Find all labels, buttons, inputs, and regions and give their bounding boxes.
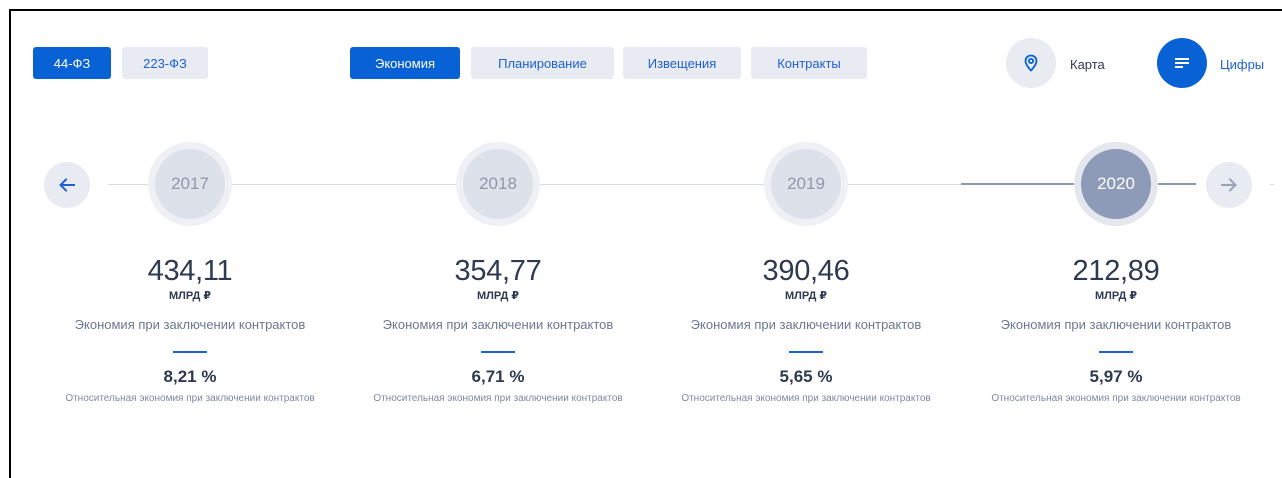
relative-percent: 5,65 %	[779, 367, 833, 386]
tab-contracts[interactable]: Контракты	[751, 47, 867, 79]
numbers-view-button[interactable]	[1157, 38, 1207, 88]
economy-value: 212,89	[1072, 255, 1160, 287]
timeline-line	[846, 184, 961, 185]
relative-description: Относительная экономия при заключении ко…	[681, 393, 931, 404]
arrow-left-icon	[59, 178, 75, 192]
year-label: 2019	[771, 149, 841, 219]
year-label: 2018	[463, 149, 533, 219]
timeline-line-active	[961, 183, 1077, 185]
relative-description: Относительная экономия при заключении ко…	[991, 393, 1241, 404]
tab-economy[interactable]: Экономия	[350, 47, 460, 79]
economy-description: Экономия при заключении контрактов	[382, 317, 614, 332]
economy-description: Экономия при заключении контрактов	[1000, 317, 1232, 332]
year-label: 2017	[155, 149, 225, 219]
year-stats-2019: 390,46 МЛРД ₽ Экономия при заключении ко…	[676, 256, 936, 407]
timeline-line	[1270, 184, 1274, 185]
economy-widget	[9, 9, 1282, 478]
divider	[1099, 351, 1133, 353]
relative-description: Относительная экономия при заключении ко…	[373, 393, 623, 404]
map-view-label[interactable]: Карта	[1070, 57, 1105, 72]
list-icon	[1175, 58, 1189, 68]
tab-44-fz[interactable]: 44-ФЗ	[33, 47, 111, 79]
year-2020-button[interactable]: 2020	[1074, 142, 1158, 226]
relative-percent: 6,71 %	[471, 367, 525, 386]
year-2018-button[interactable]: 2018	[456, 142, 540, 226]
economy-value: 354,77	[454, 255, 542, 287]
divider	[789, 351, 823, 353]
economy-unit: МЛРД ₽	[784, 290, 828, 302]
economy-description: Экономия при заключении контрактов	[690, 317, 922, 332]
numbers-view-label[interactable]: Цифры	[1220, 57, 1264, 72]
economy-unit: МЛРД ₽	[476, 290, 520, 302]
next-year-button[interactable]	[1206, 162, 1252, 208]
divider	[173, 351, 207, 353]
prev-year-button[interactable]	[44, 162, 90, 208]
timeline-line	[230, 184, 458, 185]
economy-value: 390,46	[762, 255, 850, 287]
arrow-right-icon	[1221, 178, 1237, 192]
year-label: 2020	[1081, 149, 1151, 219]
timeline-line-active	[1156, 183, 1196, 185]
year-stats-2018: 354,77 МЛРД ₽ Экономия при заключении ко…	[368, 256, 628, 407]
timeline-line	[108, 184, 150, 185]
economy-value: 434,11	[147, 255, 233, 287]
tab-notices[interactable]: Извещения	[623, 47, 741, 79]
relative-percent: 8,21 %	[163, 367, 217, 386]
year-stats-2017: 434,11 МЛРД ₽ Экономия при заключении ко…	[60, 256, 320, 407]
tab-223-fz[interactable]: 223-ФЗ	[122, 47, 208, 79]
map-view-button[interactable]	[1006, 38, 1056, 88]
relative-description: Относительная экономия при заключении ко…	[65, 393, 315, 404]
economy-unit: МЛРД ₽	[1094, 290, 1138, 302]
timeline-line	[538, 184, 766, 185]
year-2019-button[interactable]: 2019	[764, 142, 848, 226]
economy-unit: МЛРД ₽	[168, 290, 212, 302]
map-pin-icon	[1024, 54, 1038, 72]
economy-description: Экономия при заключении контрактов	[74, 317, 306, 332]
year-2017-button[interactable]: 2017	[148, 142, 232, 226]
relative-percent: 5,97 %	[1089, 367, 1143, 386]
tab-planning[interactable]: Планирование	[471, 47, 614, 79]
divider	[481, 351, 515, 353]
year-stats-2020: 212,89 МЛРД ₽ Экономия при заключении ко…	[986, 256, 1246, 407]
